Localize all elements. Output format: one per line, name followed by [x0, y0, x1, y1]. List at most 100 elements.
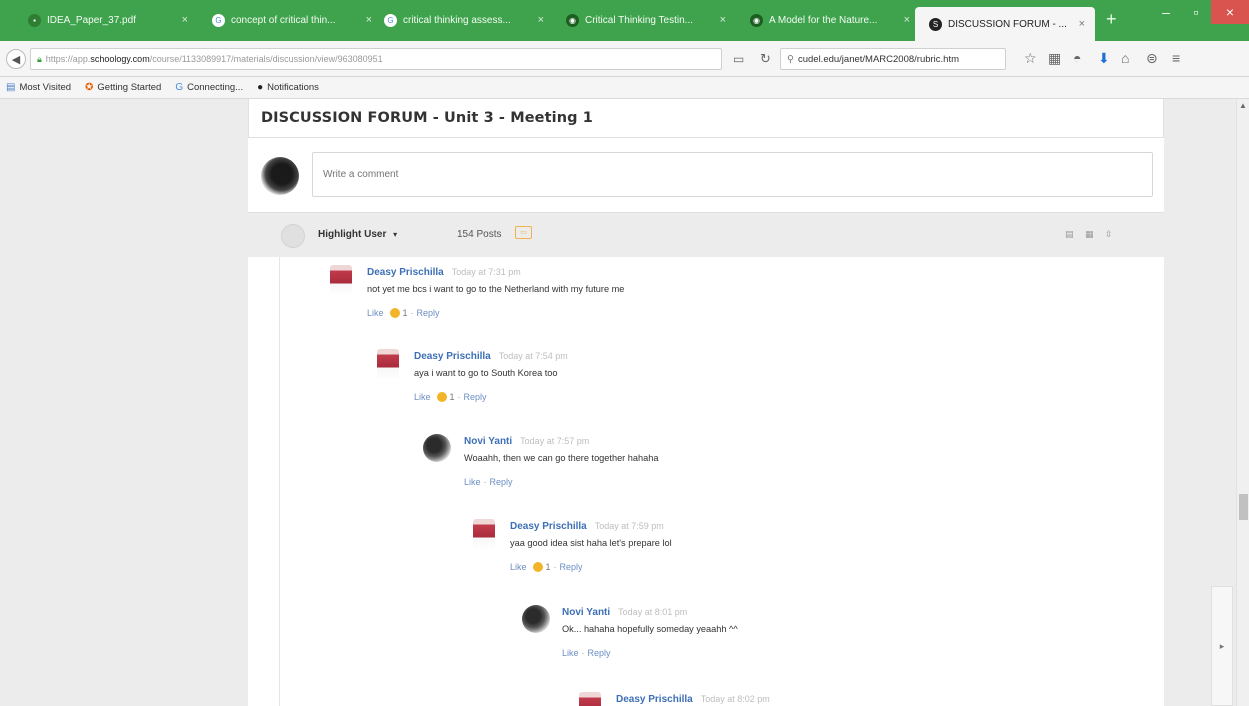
- google-icon: G: [384, 13, 397, 27]
- post-text: not yet me bcs i want to go to the Nethe…: [367, 284, 625, 294]
- separator-dot: ·: [553, 562, 557, 572]
- download-icon[interactable]: ⬇: [1098, 50, 1110, 67]
- reply-button[interactable]: Reply: [417, 308, 440, 318]
- avatar[interactable]: [473, 519, 495, 550]
- reply-button[interactable]: Reply: [490, 477, 513, 487]
- search-icon: ⚲: [787, 53, 794, 65]
- like-button[interactable]: Like: [414, 392, 431, 402]
- url-domain: schoology.com: [90, 54, 150, 64]
- separator-dot: ·: [410, 308, 414, 318]
- maximize-button[interactable]: ▫: [1181, 0, 1211, 24]
- browser-tab-concept-critical[interactable]: G concept of critical thin... ×: [198, 5, 382, 35]
- post-time: Today at 7:59 pm: [594, 521, 664, 531]
- post-text: Woaahh, then we can go there together ha…: [464, 453, 659, 463]
- collapse-panel-handle[interactable]: ▸: [1211, 586, 1233, 706]
- avatar[interactable]: [522, 605, 550, 633]
- post-text: aya i want to go to South Korea too: [414, 368, 558, 378]
- post-author[interactable]: Novi Yanti: [562, 607, 610, 618]
- tab-title: critical thinking assess...: [403, 14, 511, 26]
- new-tab-button[interactable]: +: [1106, 9, 1117, 30]
- smile-emoji-icon: [532, 562, 543, 572]
- avatar[interactable]: [330, 265, 352, 296]
- reply-button[interactable]: Reply: [588, 648, 611, 658]
- like-button[interactable]: Like: [367, 308, 384, 318]
- library-icon[interactable]: ▦: [1048, 50, 1061, 67]
- title-box: DISCUSSION FORUM - Unit 3 - Meeting 1: [248, 99, 1164, 138]
- bookmarks-bar: ▤ Most Visited ✪ Getting Started G Conne…: [0, 77, 1249, 99]
- post-author[interactable]: Deasy Prischilla: [414, 351, 491, 362]
- home-icon[interactable]: ⌂: [1121, 50, 1129, 66]
- discussion-content: DISCUSSION FORUM - Unit 3 - Meeting 1 Hi…: [248, 99, 1164, 706]
- google-icon: G: [212, 13, 225, 27]
- pocket-icon[interactable]: ◓: [1073, 50, 1081, 66]
- separator-dot: ·: [581, 648, 585, 658]
- browser-tab-model-nature[interactable]: ◉ A Model for the Nature... ×: [736, 5, 920, 35]
- browser-tab-discussion-forum[interactable]: S DISCUSSION FORUM - ... ×: [915, 7, 1095, 41]
- avatar[interactable]: [579, 692, 601, 706]
- chevron-down-icon: ▾: [393, 230, 398, 239]
- reload-icon[interactable]: ↻: [760, 51, 771, 67]
- like-button[interactable]: Like: [562, 648, 579, 658]
- minimize-button[interactable]: –: [1151, 0, 1181, 24]
- reader-view-icon[interactable]: ▭: [733, 52, 744, 66]
- browser-tab-critical-assess[interactable]: G critical thinking assess... ×: [370, 5, 554, 35]
- highlight-user-label: Highlight User: [318, 229, 387, 240]
- reply-button[interactable]: Reply: [464, 392, 487, 402]
- bookmark-most-visited[interactable]: ▤ Most Visited: [6, 82, 71, 93]
- post-time: Today at 8:01 pm: [618, 607, 688, 617]
- close-icon[interactable]: ×: [1079, 18, 1085, 30]
- bookmark-label: Notifications: [267, 82, 319, 93]
- search-input[interactable]: ⚲ cudel.edu/janet/MARC2008/rubric.htm: [780, 48, 1006, 70]
- vertical-scrollbar[interactable]: ▲: [1236, 99, 1249, 706]
- browser-tab-critical-testing[interactable]: ◉ Critical Thinking Testin... ×: [552, 5, 736, 35]
- post-author[interactable]: Novi Yanti: [464, 436, 512, 447]
- bookmark-connecting[interactable]: G Connecting...: [175, 82, 243, 93]
- like-button[interactable]: Like: [464, 477, 481, 487]
- url-bar[interactable]: 🔒︎ https://app. schoology.com/course/1133…: [30, 48, 722, 70]
- post-author[interactable]: Deasy Prischilla: [367, 267, 444, 278]
- post-time: Today at 7:31 pm: [451, 267, 521, 277]
- browser-tab-idea-paper[interactable]: ▪ IDEA_Paper_37.pdf ×: [14, 5, 198, 35]
- search-value: cudel.edu/janet/MARC2008/rubric.htm: [797, 53, 960, 65]
- avatar[interactable]: [377, 349, 399, 380]
- like-button[interactable]: Like: [510, 562, 527, 572]
- posts-count: 154 Posts: [457, 229, 502, 240]
- sort-icon[interactable]: ⇳: [1105, 230, 1115, 239]
- window-close-button[interactable]: ×: [1211, 0, 1249, 24]
- tab-title: concept of critical thin...: [231, 14, 336, 26]
- post-author[interactable]: Deasy Prischilla: [510, 521, 587, 532]
- scrollbar-thumb[interactable]: [1239, 494, 1248, 520]
- comment-input[interactable]: [312, 152, 1153, 197]
- schoology-icon: ●: [257, 82, 264, 93]
- close-icon[interactable]: ×: [720, 14, 726, 26]
- post-time: Today at 7:57 pm: [520, 436, 590, 446]
- new-posts-icon[interactable]: ▭: [515, 226, 532, 239]
- folder-icon: ▤: [6, 82, 16, 93]
- extension-icon[interactable]: ⊜: [1146, 50, 1158, 67]
- close-icon[interactable]: ×: [182, 14, 188, 26]
- bookmark-notifications[interactable]: ● Notifications: [257, 82, 319, 93]
- highlight-user-dropdown[interactable]: Highlight User ▾: [318, 229, 397, 240]
- tab-title: IDEA_Paper_37.pdf: [47, 14, 136, 26]
- post-text: Ok... hahaha hopefully someday yeaahh ^^: [562, 624, 738, 634]
- like-count: 1: [402, 308, 408, 318]
- reply-button[interactable]: Reply: [560, 562, 583, 572]
- close-icon[interactable]: ×: [904, 14, 910, 26]
- post-author[interactable]: Deasy Prischilla: [616, 694, 693, 705]
- view-list-icon[interactable]: ▤: [1065, 230, 1075, 239]
- pdf-icon: ▪: [28, 13, 41, 27]
- like-count: 1: [545, 562, 551, 572]
- scroll-up-icon[interactable]: ▲: [1239, 101, 1247, 110]
- url-path: /course/1133089917/materials/discussion/…: [149, 54, 383, 64]
- bookmark-star-icon[interactable]: ☆: [1024, 50, 1037, 67]
- menu-icon[interactable]: ≡: [1172, 50, 1180, 66]
- lock-icon: 🔒︎: [37, 53, 42, 64]
- bookmark-label: Connecting...: [187, 82, 244, 93]
- firefox-icon: ✪: [85, 82, 94, 93]
- close-icon[interactable]: ×: [538, 14, 544, 26]
- view-threaded-icon[interactable]: ▦: [1085, 230, 1095, 239]
- avatar[interactable]: [423, 434, 451, 462]
- bookmark-getting-started[interactable]: ✪ Getting Started: [85, 82, 161, 93]
- back-arrow-icon[interactable]: ◀: [6, 49, 26, 69]
- smile-emoji-icon: [389, 308, 400, 318]
